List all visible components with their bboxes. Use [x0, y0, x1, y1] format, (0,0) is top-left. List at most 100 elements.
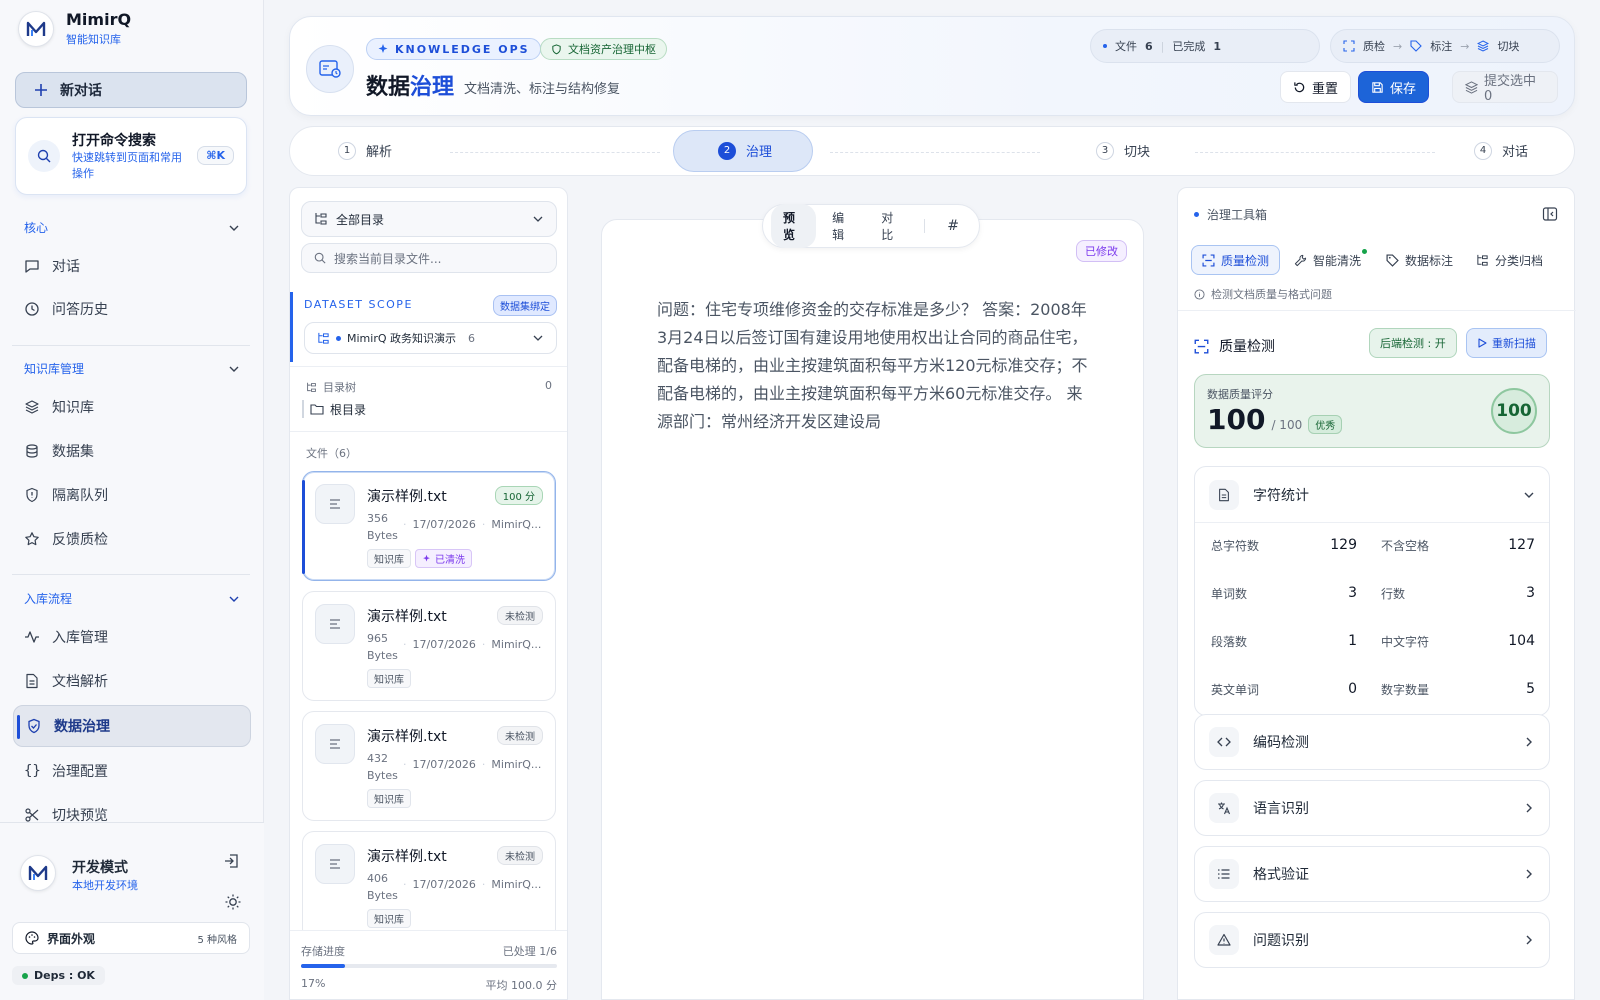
sidebar-item-dataset[interactable]: 数据集 — [24, 439, 244, 463]
rescan-label: 重新扫描 — [1492, 337, 1536, 350]
wrench-icon — [1294, 254, 1307, 267]
backend-check-toggle[interactable]: 后端检测 : 开 — [1369, 328, 1457, 358]
tab-edit[interactable]: 编辑 — [820, 204, 865, 248]
quality-title: 质量检测 — [1219, 339, 1275, 355]
character-stats-header[interactable]: 字符统计 — [1195, 467, 1549, 523]
divider — [12, 345, 250, 346]
tree-root-label: 根目录 — [330, 402, 367, 417]
section-core-header[interactable]: 核心 — [24, 219, 240, 236]
tab-annotate[interactable]: 数据标注 — [1376, 245, 1463, 275]
submit-selected-button[interactable]: 提交选中 0 — [1452, 71, 1558, 104]
governance-toolbox: 治理工具箱 质量检测 智能清洗 数据标注 分类归档 检测文档质量与格式问题 质量… — [1177, 187, 1576, 1000]
format-validation-row[interactable]: 格式验证 — [1194, 846, 1550, 902]
encoding-check-row[interactable]: 编码检测 — [1194, 714, 1550, 770]
file-date: 17/07/2026 — [412, 758, 476, 771]
file-card[interactable]: 演示样例.txt 未检测 965 Bytes · 17/07/2026 · Mimir… — [302, 591, 556, 701]
chevron-down-icon — [1523, 489, 1535, 501]
step-governance[interactable]: 2 治理 — [718, 141, 772, 160]
command-title: 打开命令搜索 — [72, 133, 156, 149]
reset-label: 重置 — [1312, 81, 1339, 97]
file-card[interactable]: 演示样例.txt 100 分 356 Bytes · 17/07/2026 · Mim… — [302, 471, 556, 581]
knowledge-ops-text: KNOWLEDGE OPS — [395, 42, 530, 56]
tree-root-item[interactable]: 根目录 — [302, 400, 366, 418]
layers-icon — [1465, 80, 1478, 94]
logout-icon[interactable] — [224, 853, 240, 869]
sidebar: MimirQ 智能知识库 新对话 打开命令搜索 快速跳转到页面和常用操作 ⌘K … — [0, 0, 264, 1000]
language-detection-row[interactable]: 语言识别 — [1194, 780, 1550, 836]
sidebar-item-label: 数据治理 — [54, 719, 110, 735]
sidebar-item-ingest[interactable]: 入库管理 — [24, 625, 244, 649]
sidebar-item-knowledge-base[interactable]: 知识库 — [24, 395, 244, 419]
hash-button[interactable]: # — [935, 213, 971, 239]
dev-mode-title: 开发模式 — [72, 860, 128, 876]
section-kb-header[interactable]: 知识库管理 — [24, 360, 240, 377]
sidebar-item-chat[interactable]: 对话 — [24, 254, 244, 278]
sidebar-item-label: 知识库 — [52, 400, 94, 416]
format-validation-label: 格式验证 — [1253, 867, 1309, 883]
file-card[interactable]: 演示样例.txt 未检测 432 Bytes · 17/07/2026 · Mimir… — [302, 711, 556, 821]
flow-step-qc: 质检 — [1363, 40, 1385, 53]
new-chat-button[interactable]: 新对话 — [15, 72, 247, 108]
step-chunk[interactable]: 3 切块 — [1096, 141, 1150, 160]
file-card[interactable]: 演示样例.txt 未检测 406 Bytes · 17/07/2026 · Mimir… — [302, 831, 556, 941]
sidebar-item-history[interactable]: 问答历史 — [24, 297, 244, 321]
directory-tree-label: 目录树 — [323, 381, 356, 394]
section-ingest-header[interactable]: 入库流程 — [24, 590, 240, 607]
score-total: / 100 — [1271, 418, 1303, 432]
file-search-input[interactable]: 搜索当前目录文件... — [301, 243, 557, 273]
step-label: 解析 — [366, 145, 393, 160]
tab-preview[interactable]: 预览 — [771, 204, 817, 248]
files-section-label: 文件（6） — [306, 447, 357, 460]
sidebar-item-governance[interactable]: 数据治理 — [26, 714, 246, 738]
chevron-down-icon — [532, 332, 544, 344]
palette-icon — [25, 931, 39, 945]
command-desc: 快速跳转到页面和常用操作 — [72, 151, 182, 180]
tab-classify[interactable]: 分类归档 — [1466, 245, 1553, 275]
save-button[interactable]: 保存 — [1358, 71, 1430, 103]
step-chat[interactable]: 4 对话 — [1474, 141, 1528, 160]
plus-icon — [34, 83, 48, 97]
step-parse[interactable]: 1 解析 — [338, 141, 392, 160]
file-status-badge: 未检测 — [497, 606, 543, 625]
file-owner: MimirQ... — [491, 758, 542, 771]
sidebar-item-parse[interactable]: 文档解析 — [24, 669, 244, 693]
tab-quality-check[interactable]: 质量检测 — [1191, 245, 1281, 275]
file-size-unit: Bytes — [367, 649, 398, 662]
sidebar-item-feedback[interactable]: 反馈质检 — [24, 527, 244, 551]
directory-select[interactable]: 全部目录 — [301, 201, 557, 237]
text-file-icon — [315, 844, 355, 884]
appearance-button[interactable]: 界面外观 5 种风格 — [12, 922, 250, 954]
file-meta-line: · 17/07/2026 · MimirQ... — [403, 758, 542, 771]
issue-detection-row[interactable]: 问题识别 — [1194, 912, 1550, 968]
file-size: 965 — [367, 632, 388, 645]
brand[interactable]: MimirQ 智能知识库 — [18, 10, 131, 47]
document-content[interactable]: 问题：住宅专项维修资金的交存标准是多少？ 答案：2008年3月24日以后签订国有… — [657, 296, 1091, 436]
tab-label: 智能清洗 — [1313, 253, 1362, 268]
file-score-badge: 100 分 — [494, 486, 543, 505]
search-icon — [28, 140, 60, 172]
tab-compare[interactable]: 对比 — [869, 204, 914, 248]
notification-dot — [1362, 249, 1368, 254]
deps-status-badge: Deps : OK — [12, 966, 105, 985]
tab-smart-clean[interactable]: 智能清洗 — [1284, 245, 1371, 275]
knowledge-ops-badge: KNOWLEDGE OPS — [366, 38, 541, 60]
rescan-button[interactable]: 重新扫描 — [1466, 328, 1547, 358]
reset-button[interactable]: 重置 — [1280, 71, 1352, 103]
info-icon — [1194, 288, 1205, 300]
score-value-group: 100 / 100 优秀 — [1207, 403, 1343, 436]
file-panel: 全部目录 搜索当前目录文件... DATASET SCOPE 数据集绑定 Mim… — [289, 187, 568, 1000]
sidebar-item-quarantine[interactable]: 隔离队列 — [24, 483, 244, 507]
scan-icon — [1202, 253, 1215, 267]
collapse-panel-icon[interactable] — [1542, 206, 1558, 222]
stat-label: 不含空格 — [1381, 538, 1430, 553]
stat-item: 总字符数 129 — [1211, 533, 1357, 557]
dot-icon — [336, 335, 341, 341]
command-search-card[interactable]: 打开命令搜索 快速跳转到页面和常用操作 ⌘K — [15, 117, 247, 195]
dataset-select[interactable]: MimirQ 政务知识演示 6 — [304, 322, 557, 354]
score-grade-badge: 优秀 — [1308, 415, 1343, 434]
stat-label: 英文单词 — [1211, 682, 1260, 697]
theme-toggle-icon[interactable] — [224, 893, 242, 911]
sidebar-item-label: 治理配置 — [52, 764, 108, 780]
sidebar-item-gov-config[interactable]: {} 治理配置 — [24, 759, 244, 783]
chevron-right-icon — [1523, 736, 1535, 748]
